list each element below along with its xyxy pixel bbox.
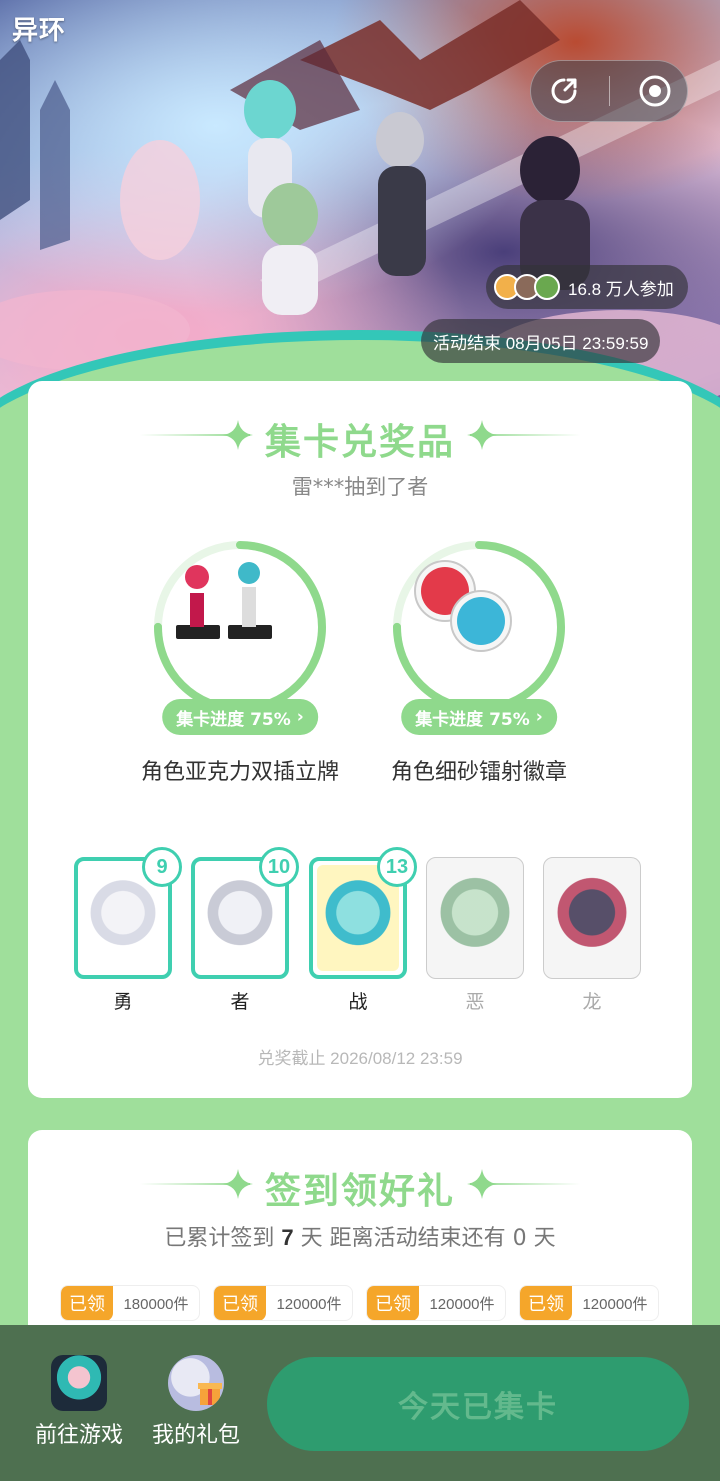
event-end-badge: 活动结束 08月05日 23:59:59 bbox=[421, 319, 661, 363]
claimed-tag: 已领 bbox=[520, 1286, 572, 1320]
prize-name: 角色细砂镭射徽章 bbox=[390, 760, 567, 785]
reward-quantity: 120000件 bbox=[276, 1295, 342, 1313]
claimed-tag: 已领 bbox=[61, 1286, 113, 1320]
progress-ring: 集卡进度 75% › bbox=[152, 539, 328, 735]
claimed-tag: 已领 bbox=[214, 1286, 266, 1320]
char-card-zhan[interactable]: 13 bbox=[309, 847, 417, 979]
acrylic-stand-image bbox=[176, 562, 272, 639]
title-decoration-right bbox=[470, 434, 580, 436]
app-logo: 异环 bbox=[12, 16, 67, 46]
card-label: 者 bbox=[230, 991, 250, 1013]
capsule-divider bbox=[608, 76, 610, 106]
checkin-summary: 已累计签到 7 天 距离活动结束还有 0 天 bbox=[28, 1220, 692, 1252]
close-button[interactable] bbox=[635, 71, 675, 111]
participants-count: 16.8 万人参加 bbox=[568, 279, 674, 299]
bottom-action-bar: 前往游戏 我的礼包 今天已集卡 bbox=[0, 1325, 720, 1481]
prize-laser-badge[interactable]: 集卡进度 75% › 角色细砂镭射徽章 bbox=[379, 539, 579, 791]
card-count-badge: 13 bbox=[377, 847, 417, 887]
checkin-suffix: 天 距离活动结束还有 0 天 bbox=[293, 1226, 556, 1251]
draw-ticker: 雷***抽到了者 bbox=[291, 475, 429, 499]
char-card-e[interactable] bbox=[426, 857, 524, 979]
collect-card-section: 集卡兑奖品 雷***抽到了者 集卡进度 75% › 角色亚克力双插立牌 集卡进度… bbox=[28, 381, 692, 1098]
reward-quantity: 120000件 bbox=[429, 1295, 495, 1313]
card-label: 龙 bbox=[582, 991, 602, 1013]
reward-item[interactable]: 已领 120000件 bbox=[519, 1285, 659, 1321]
badge-image bbox=[414, 560, 512, 652]
game-app-icon bbox=[51, 1355, 107, 1411]
collect-title: 集卡兑奖品 bbox=[264, 422, 455, 463]
card-label: 恶 bbox=[465, 991, 485, 1013]
reward-item[interactable]: 已领 120000件 bbox=[366, 1285, 506, 1321]
title-decoration-right bbox=[470, 1183, 580, 1185]
checkin-prefix: 已累计签到 bbox=[164, 1226, 282, 1251]
event-end-time: 活动结束 08月05日 23:59:59 bbox=[433, 333, 649, 353]
chevron-right-icon: › bbox=[296, 707, 304, 727]
reward-quantity: 180000件 bbox=[123, 1295, 189, 1313]
card-label: 战 bbox=[348, 991, 368, 1013]
card-count-badge: 10 bbox=[259, 847, 299, 887]
reward-item[interactable]: 已领 180000件 bbox=[60, 1285, 200, 1321]
char-card-long[interactable] bbox=[543, 857, 641, 979]
prize-image bbox=[409, 557, 549, 697]
progress-chip[interactable]: 集卡进度 75% › bbox=[401, 699, 557, 735]
prize-image bbox=[170, 557, 310, 697]
progress-ring: 集卡进度 75% › bbox=[391, 539, 567, 735]
go-to-game-button[interactable]: 前往游戏 bbox=[24, 1355, 134, 1449]
chevron-right-icon: › bbox=[535, 707, 543, 727]
claimed-tag: 已领 bbox=[367, 1286, 419, 1320]
reward-item[interactable]: 已领 120000件 bbox=[213, 1285, 353, 1321]
avatar bbox=[534, 274, 560, 300]
record-circle-icon bbox=[639, 75, 670, 107]
card-portrait bbox=[431, 862, 519, 974]
char-card-zhe[interactable]: 10 bbox=[191, 847, 299, 979]
share-icon bbox=[551, 78, 576, 104]
gift-box-icon bbox=[198, 1383, 222, 1405]
my-gifts-label: 我的礼包 bbox=[151, 1423, 240, 1448]
char-card-yong[interactable]: 9 bbox=[74, 847, 182, 979]
participants-badge: 16.8 万人参加 bbox=[486, 265, 688, 309]
progress-label: 集卡进度 75% bbox=[415, 709, 530, 730]
checkin-days: 7 bbox=[281, 1225, 294, 1250]
gift-icon bbox=[168, 1355, 224, 1411]
progress-chip[interactable]: 集卡进度 75% › bbox=[162, 699, 318, 735]
card-label: 勇 bbox=[113, 991, 133, 1013]
participant-avatars bbox=[494, 274, 560, 300]
share-button[interactable] bbox=[544, 71, 584, 111]
card-portrait bbox=[548, 862, 636, 974]
prize-name: 角色亚克力双插立牌 bbox=[140, 760, 339, 785]
redeem-deadline: 兑奖截止 2026/08/12 23:59 bbox=[257, 1049, 463, 1068]
checkin-title: 签到领好礼 bbox=[264, 1171, 455, 1212]
prize-acrylic-stand[interactable]: 集卡进度 75% › 角色亚克力双插立牌 bbox=[140, 539, 340, 791]
go-to-game-label: 前往游戏 bbox=[34, 1423, 123, 1448]
card-count-badge: 9 bbox=[142, 847, 182, 887]
my-gifts-button[interactable]: 我的礼包 bbox=[141, 1355, 251, 1449]
reward-quantity: 120000件 bbox=[582, 1295, 648, 1313]
character-cards-row: 9 勇 10 者 13 战 恶 龙 bbox=[74, 847, 654, 1017]
collected-today-button[interactable]: 今天已集卡 bbox=[267, 1357, 689, 1451]
mini-program-capsule bbox=[530, 60, 688, 122]
progress-label: 集卡进度 75% bbox=[176, 709, 291, 730]
